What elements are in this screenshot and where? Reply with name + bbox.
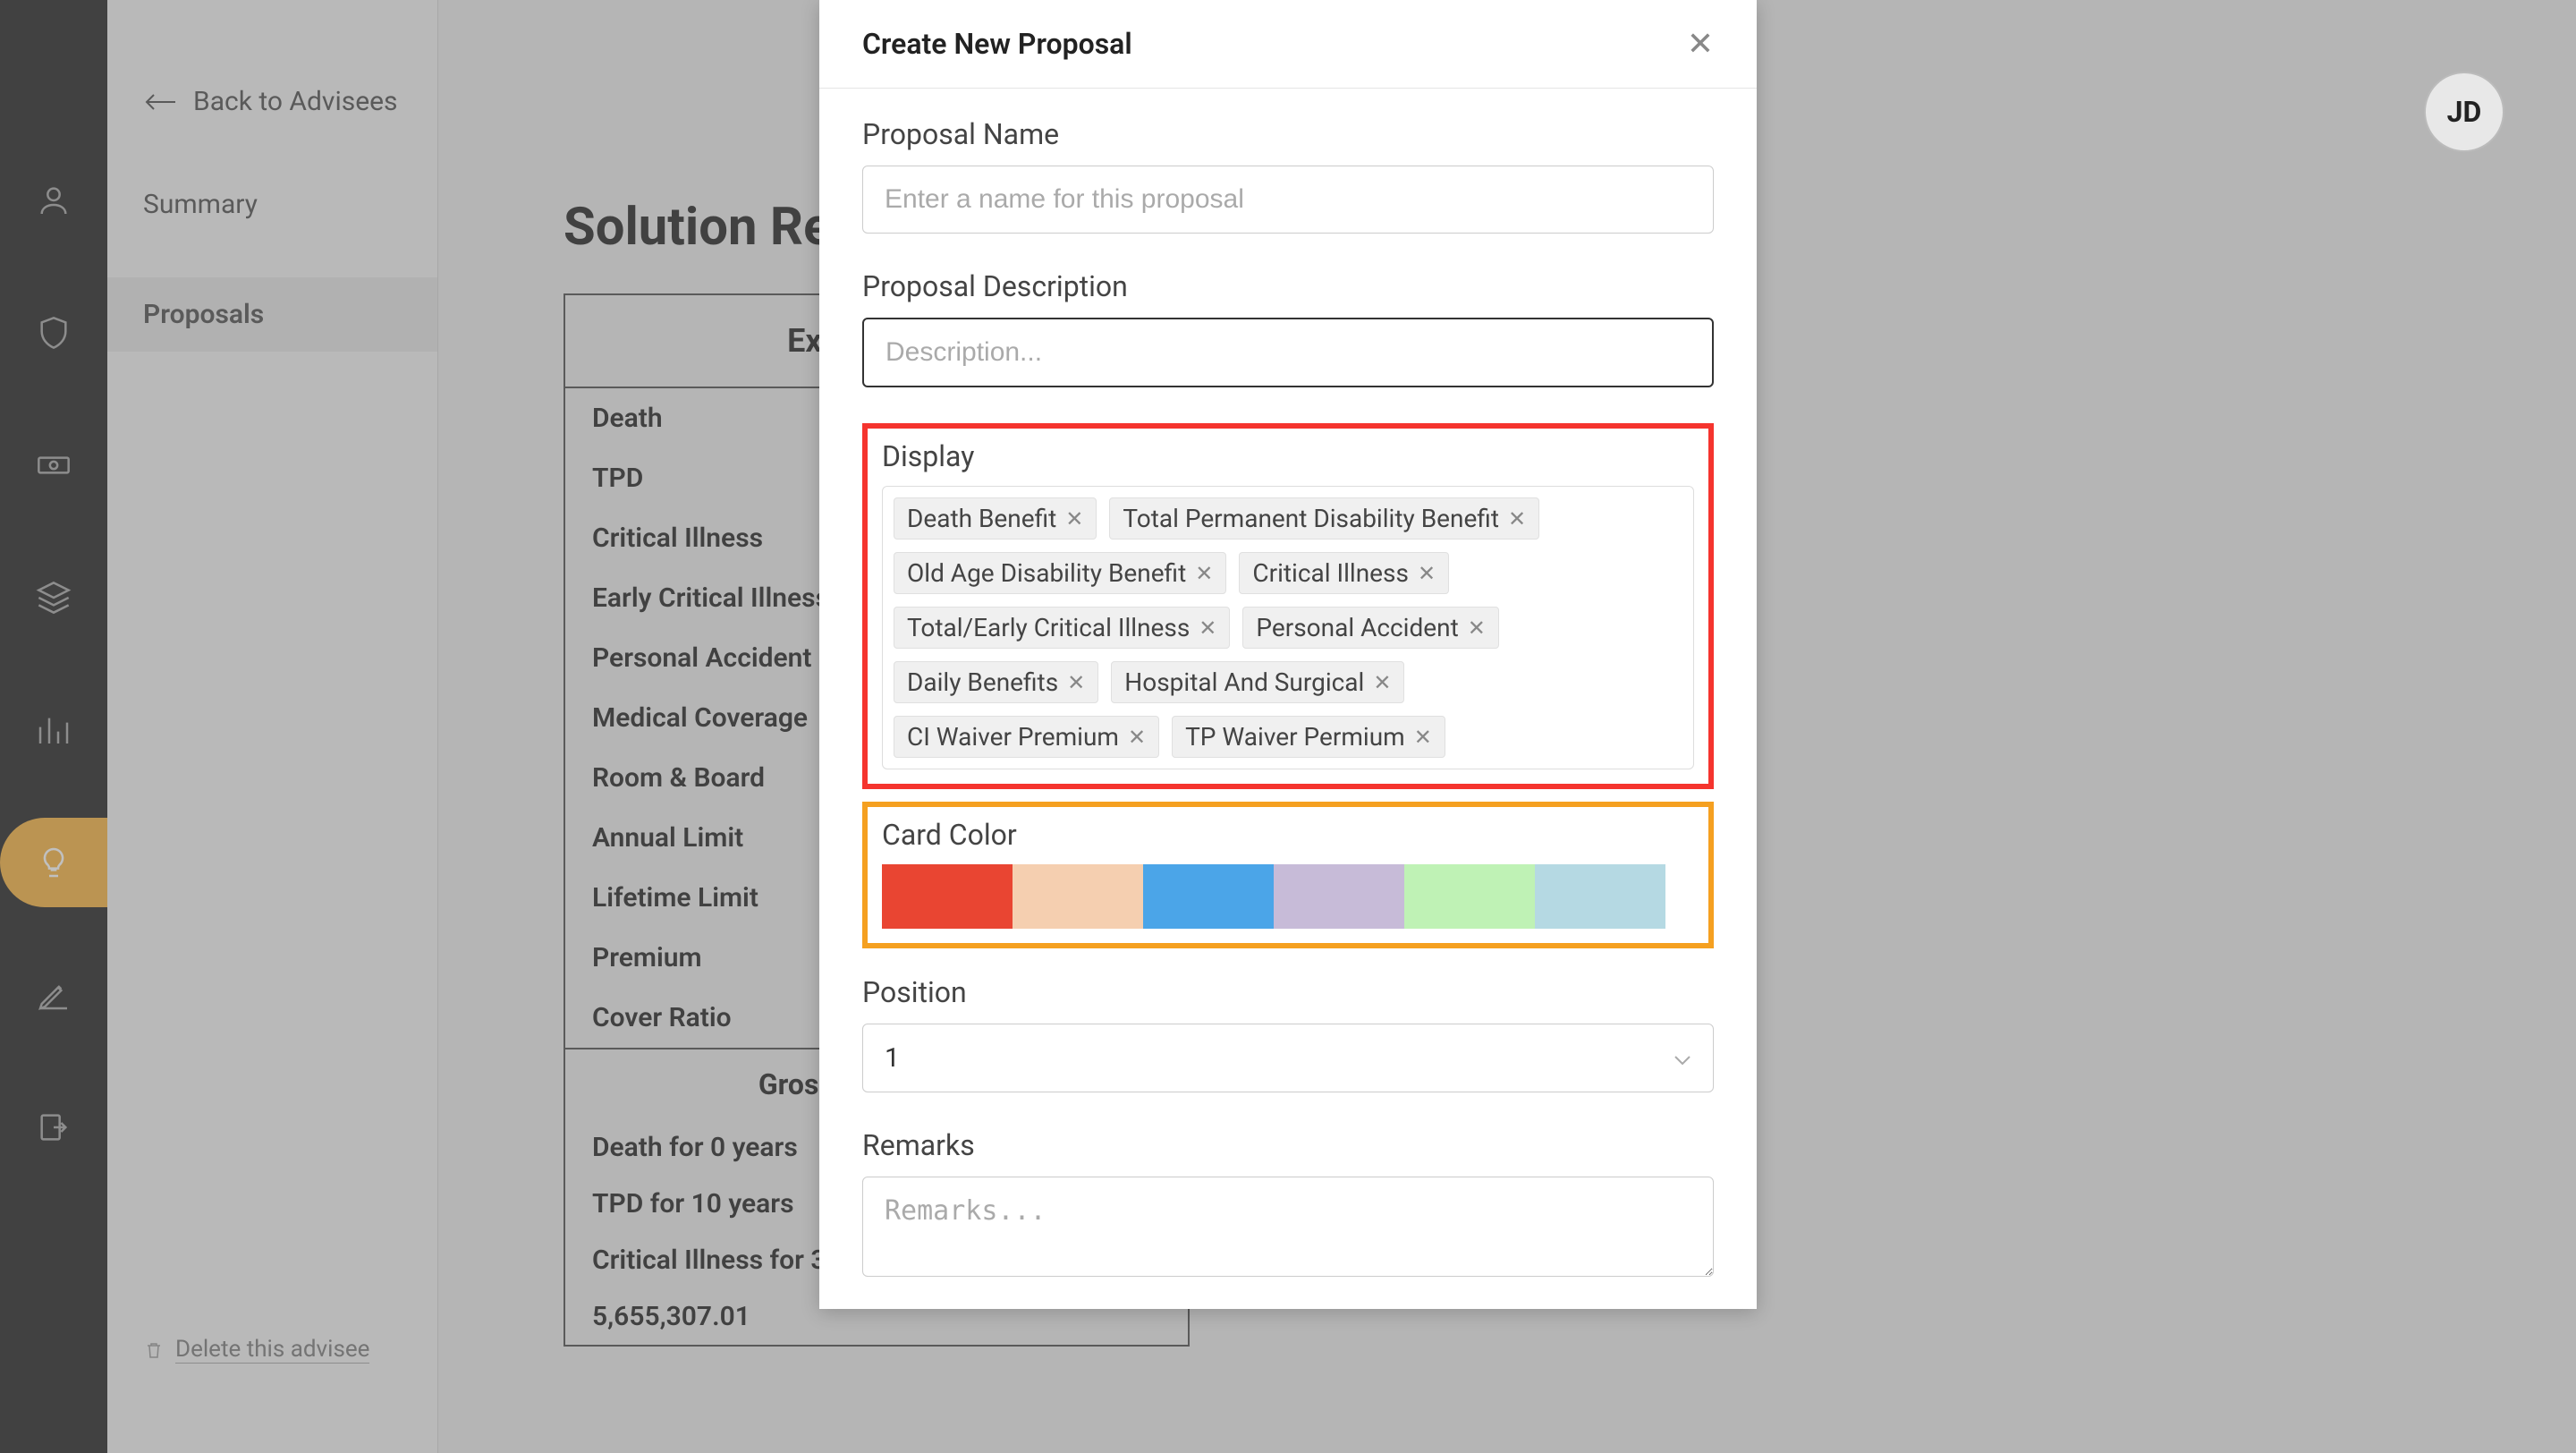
modal-title: Create New Proposal	[862, 27, 1132, 61]
display-tag[interactable]: Daily Benefits✕	[894, 661, 1098, 703]
card-color-highlight: Card Color	[862, 802, 1714, 948]
modal-header: Create New Proposal ✕	[819, 0, 1757, 89]
color-swatch-blue[interactable]	[1143, 864, 1274, 929]
display-tags-container[interactable]: Death Benefit✕ Total Permanent Disabilit…	[882, 486, 1694, 769]
color-swatches	[882, 864, 1694, 929]
display-label: Display	[882, 439, 1694, 473]
tag-remove-icon[interactable]: ✕	[1468, 616, 1486, 641]
color-swatch-red[interactable]	[882, 864, 1013, 929]
close-icon[interactable]: ✕	[1687, 25, 1714, 63]
chevron-down-icon	[1674, 1042, 1691, 1074]
display-tag[interactable]: Death Benefit✕	[894, 497, 1097, 540]
tag-remove-icon[interactable]: ✕	[1065, 506, 1083, 531]
proposal-description-label: Proposal Description	[862, 269, 1714, 303]
position-group: Position 1	[862, 975, 1714, 1092]
color-swatch-peach[interactable]	[1013, 864, 1143, 929]
color-swatch-lightblue[interactable]	[1535, 864, 1665, 929]
display-tag[interactable]: Hospital And Surgical✕	[1111, 661, 1404, 703]
tag-remove-icon[interactable]: ✕	[1418, 561, 1436, 586]
avatar-initials: JD	[2447, 95, 2482, 129]
color-swatch-green[interactable]	[1404, 864, 1535, 929]
tag-remove-icon[interactable]: ✕	[1128, 725, 1146, 750]
display-highlight: Display Death Benefit✕ Total Permanent D…	[862, 423, 1714, 789]
display-tag[interactable]: Total Permanent Disability Benefit✕	[1109, 497, 1539, 540]
position-select[interactable]: 1	[862, 1024, 1714, 1092]
color-swatch-lavender[interactable]	[1274, 864, 1404, 929]
position-label: Position	[862, 975, 1714, 1009]
tag-remove-icon[interactable]: ✕	[1199, 616, 1216, 641]
remarks-group: Remarks	[862, 1128, 1714, 1280]
display-tag[interactable]: TP Waiver Permium✕	[1172, 716, 1445, 758]
card-color-label: Card Color	[882, 818, 1694, 852]
display-tag[interactable]: Old Age Disability Benefit✕	[894, 552, 1226, 594]
proposal-name-label: Proposal Name	[862, 117, 1714, 151]
modal-body: Proposal Name Proposal Description Displ…	[819, 89, 1757, 1309]
tag-remove-icon[interactable]: ✕	[1067, 670, 1085, 695]
proposal-description-input[interactable]	[862, 318, 1714, 387]
display-tag[interactable]: CI Waiver Premium✕	[894, 716, 1159, 758]
create-proposal-modal: Create New Proposal ✕ Proposal Name Prop…	[819, 0, 1757, 1309]
tag-remove-icon[interactable]: ✕	[1195, 561, 1213, 586]
display-tag[interactable]: Critical Illness✕	[1239, 552, 1449, 594]
tag-remove-icon[interactable]: ✕	[1508, 506, 1526, 531]
proposal-name-group: Proposal Name	[862, 117, 1714, 234]
proposal-name-input[interactable]	[862, 166, 1714, 234]
proposal-description-group: Proposal Description	[862, 269, 1714, 387]
tag-remove-icon[interactable]: ✕	[1414, 725, 1432, 750]
remarks-input[interactable]	[862, 1177, 1714, 1277]
avatar[interactable]: JD	[2424, 72, 2504, 152]
display-tag[interactable]: Personal Accident✕	[1242, 607, 1498, 649]
display-tag[interactable]: Total/Early Critical Illness✕	[894, 607, 1230, 649]
position-value: 1	[885, 1042, 900, 1074]
tag-remove-icon[interactable]: ✕	[1373, 670, 1391, 695]
remarks-label: Remarks	[862, 1128, 1714, 1162]
